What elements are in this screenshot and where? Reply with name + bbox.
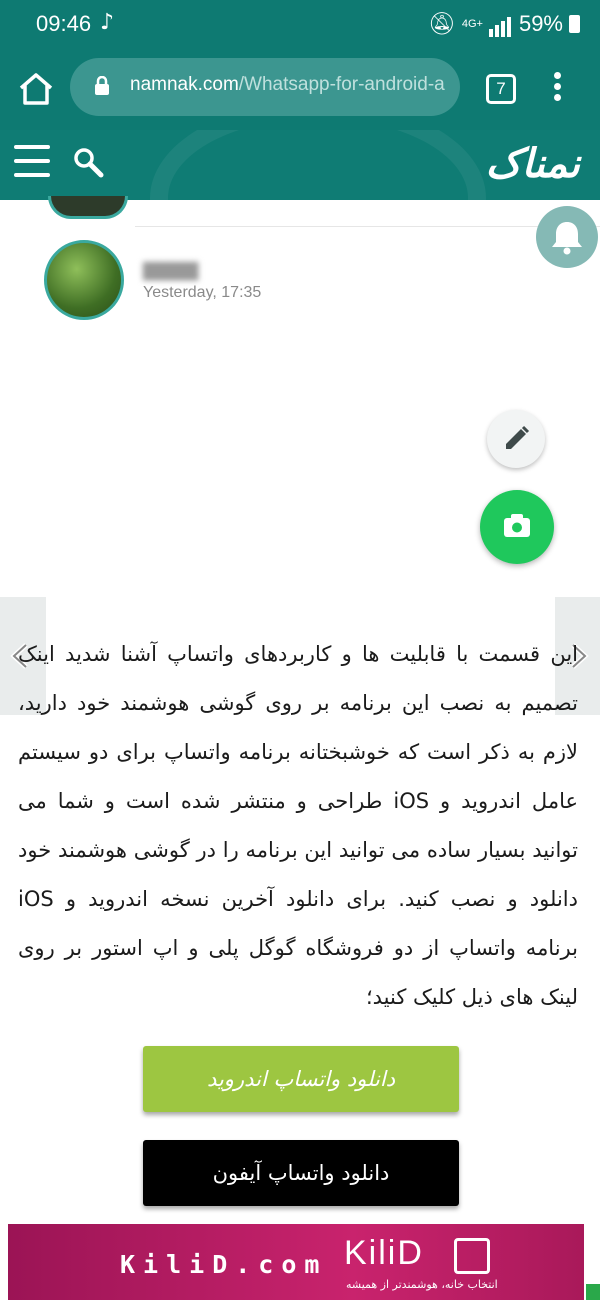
avatar xyxy=(48,196,128,219)
ad-tagline: انتخاب خانه، هوشمندتر از همیشه xyxy=(346,1278,498,1291)
url-path: /Whatsapp-for-android-a xyxy=(238,74,445,95)
battery-level: 59% xyxy=(518,11,563,36)
contact-name-blurred: ▇▇▇▇ xyxy=(143,260,199,281)
camera-button[interactable] xyxy=(480,490,554,564)
edit-pencil-button[interactable] xyxy=(487,410,545,468)
url-domain: namnak.com xyxy=(130,74,239,95)
home-icon[interactable] xyxy=(16,72,56,106)
overflow-menu-icon[interactable] xyxy=(554,72,564,106)
search-icon[interactable] xyxy=(72,146,104,182)
status-bar: 09:46 ♪ 🔕︎ 4G+ 59% xyxy=(0,0,600,50)
status-time: 09:46 xyxy=(36,11,92,36)
download-iphone-button[interactable]: دانلود واتساپ آیفون xyxy=(143,1140,459,1206)
ad-banner[interactable]: KiliD.com KiliD انتخاب خانه، هوشمندتر از… xyxy=(8,1224,584,1300)
battery-icon xyxy=(569,15,580,33)
lock-icon xyxy=(94,75,110,100)
ad-logo: KiliD xyxy=(344,1234,424,1272)
divider xyxy=(135,226,600,227)
contact-time: Yesterday, 17:35 xyxy=(143,284,262,301)
url-bar[interactable]: namnak.com/Whatsapp-for-android-a xyxy=(70,58,460,116)
contact-avatar xyxy=(44,240,124,320)
url-text: namnak.com/Whatsapp-for-android-a xyxy=(130,74,445,96)
download-android-button[interactable]: دانلود واتساپ اندروید xyxy=(143,1046,459,1112)
signal-icon xyxy=(488,11,513,37)
article-paragraph: این قسمت با قابلیت ها و کاربردهای واتساپ… xyxy=(18,642,579,1009)
ad-brand-text: KiliD.com xyxy=(120,1250,328,1279)
site-logo[interactable]: نمناک xyxy=(486,140,580,187)
music-note-icon: ♪ xyxy=(100,10,115,35)
hamburger-menu-icon[interactable] xyxy=(14,145,52,179)
ad-logo-mark xyxy=(454,1238,490,1274)
notification-bell-button[interactable] xyxy=(536,206,598,268)
network-type: 4G+ xyxy=(461,18,483,30)
status-icons: 🔕︎ 4G+ 59% xyxy=(428,11,580,37)
tab-switcher-button[interactable]: 7 xyxy=(486,74,516,104)
ad-choices-icon[interactable] xyxy=(586,1284,600,1300)
mute-icon: 🔕︎ xyxy=(427,11,456,36)
